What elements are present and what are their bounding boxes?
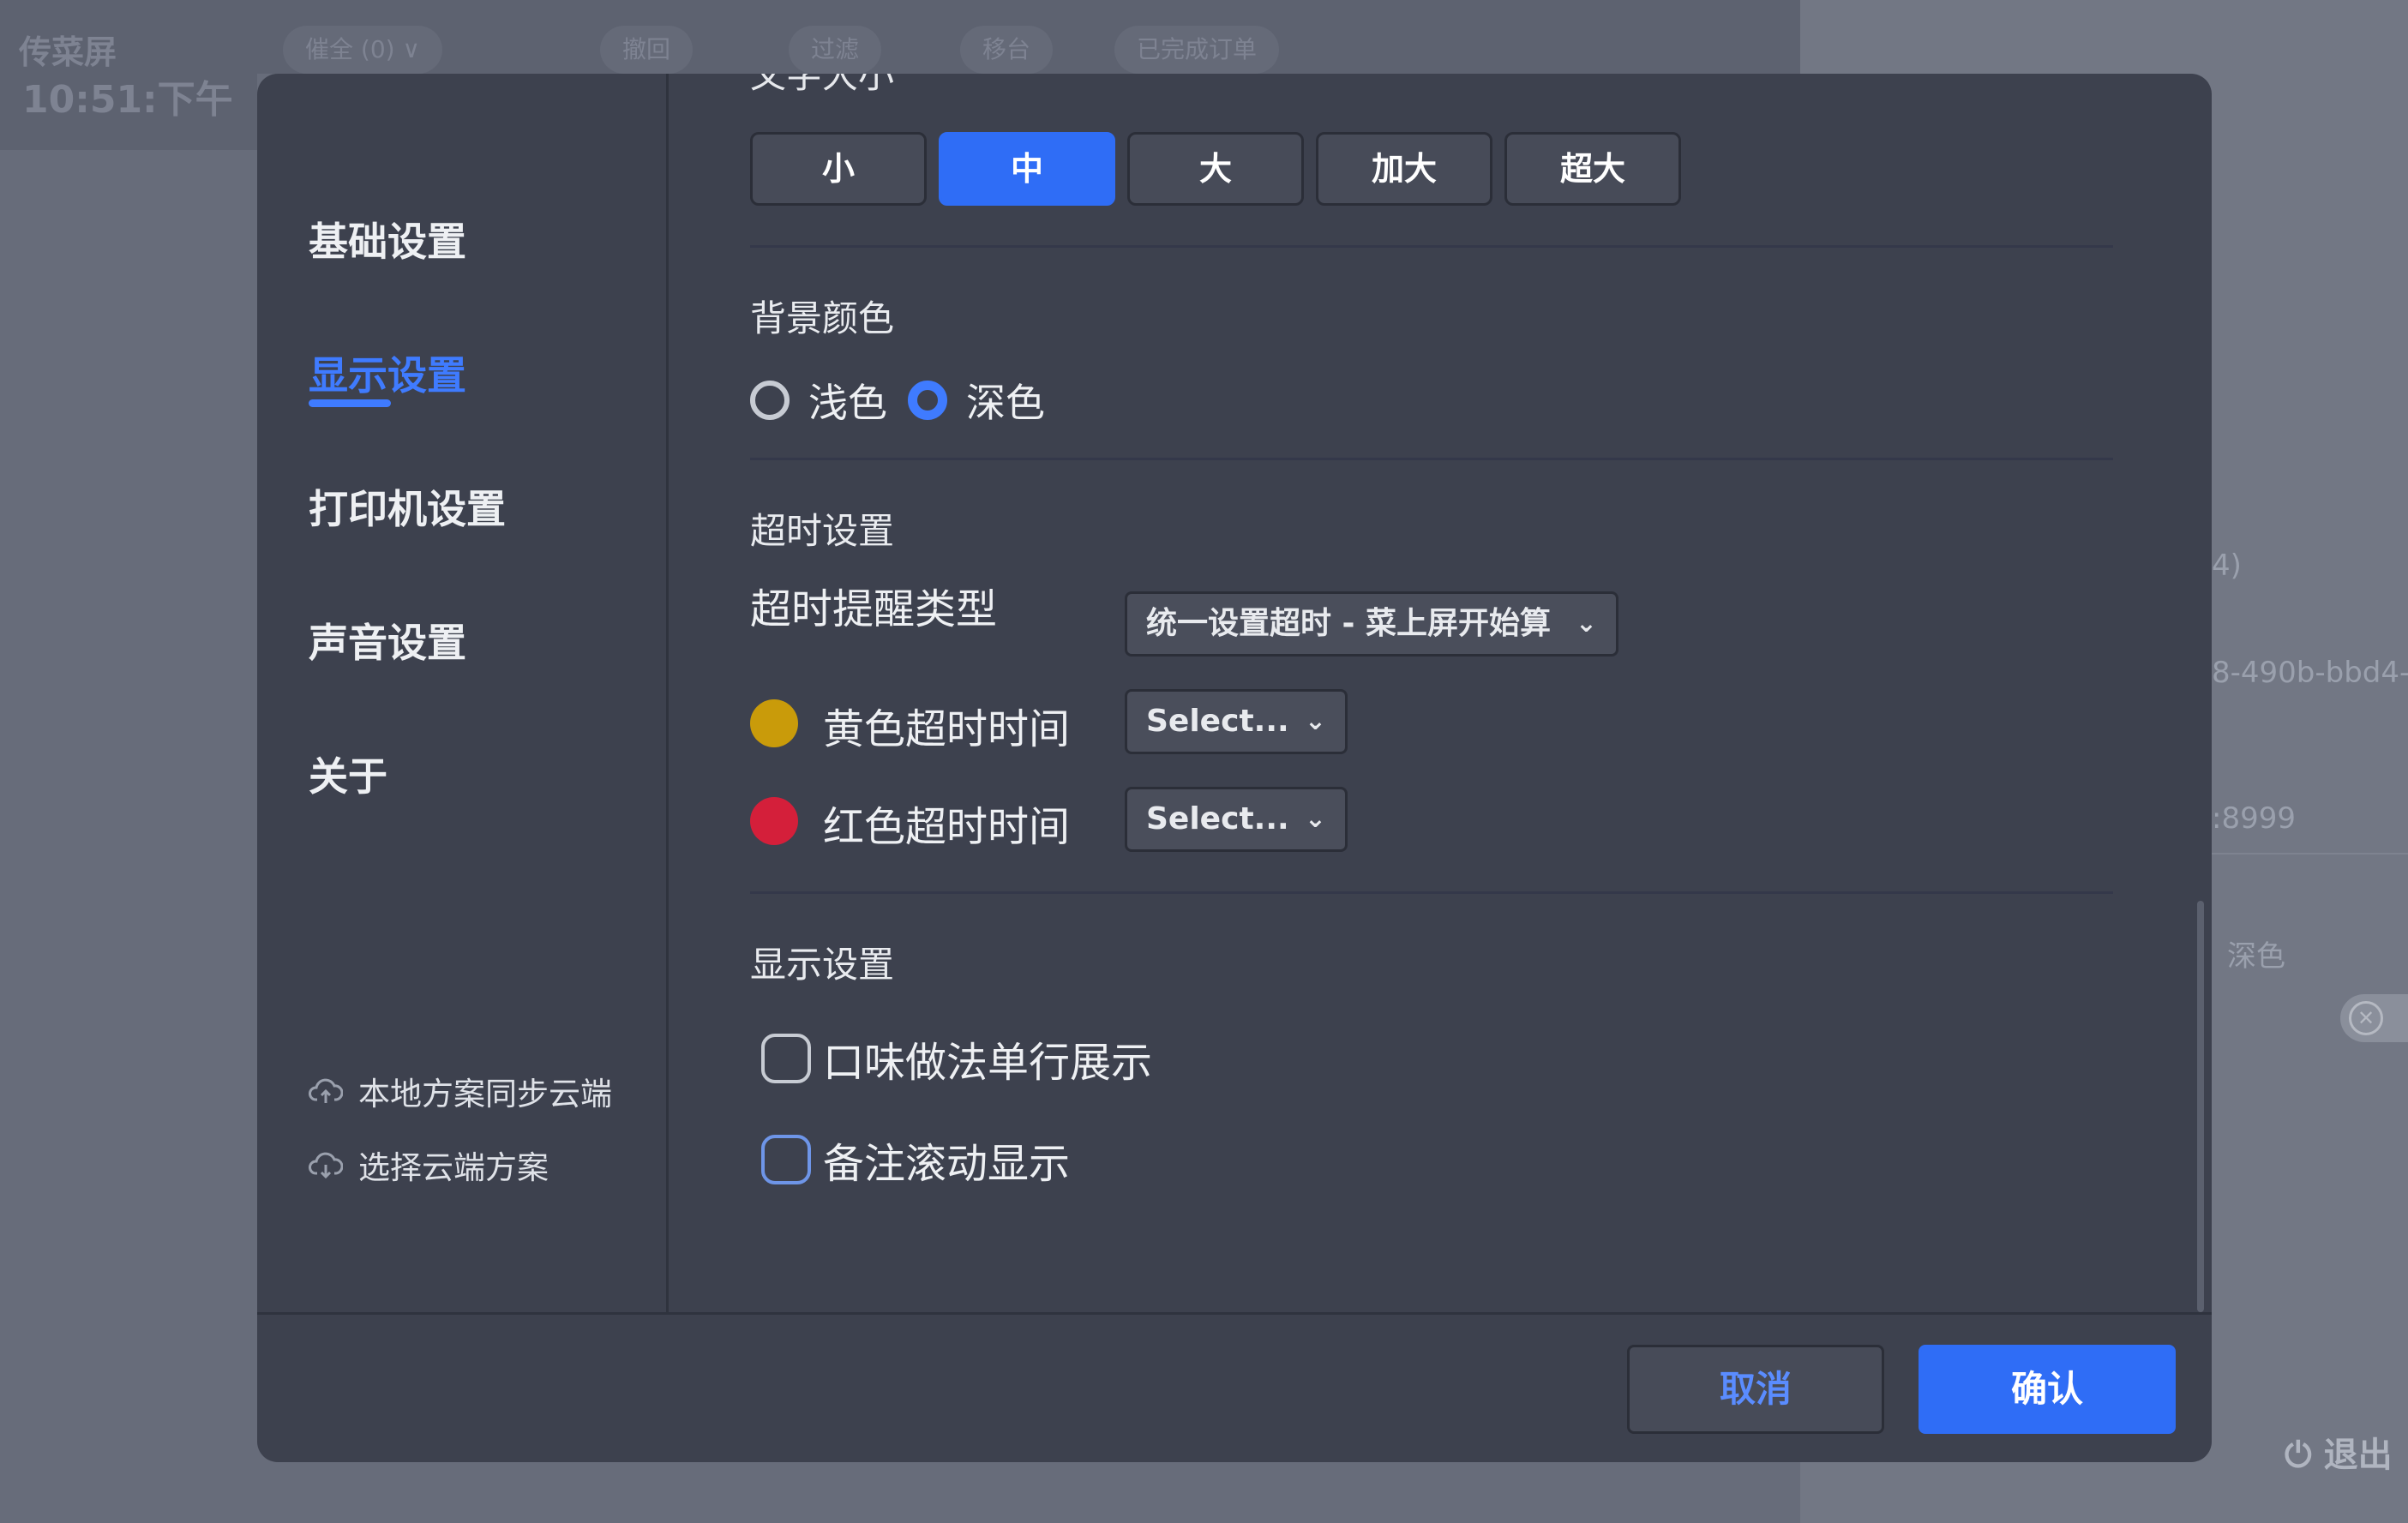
power-icon: ⏻ (2285, 1436, 2312, 1475)
yellow-timeout-select[interactable]: Select... ⌄ (1125, 689, 1348, 754)
bg-toggle: ✕ (2340, 994, 2408, 1042)
bg-exit: ⏻ 退出 (2285, 1427, 2393, 1477)
background-color-title: 背景颜色 (750, 297, 895, 339)
select-cloud-plan-link[interactable]: 选择云端方案 (309, 1142, 549, 1188)
chevron-down-icon: ⌄ (1304, 804, 1326, 834)
radio-light-label: 浅色 (808, 380, 887, 426)
single-line-flavor-option[interactable]: 口味做法单行展示 (761, 1028, 1152, 1088)
radio-light[interactable] (750, 381, 790, 420)
sync-to-cloud-link[interactable]: 本地方案同步云端 (309, 1068, 612, 1114)
bg-divider (2212, 853, 2408, 854)
font-size-title: 文字大小 (750, 74, 895, 96)
cancel-button[interactable]: 取消 (1627, 1345, 1884, 1434)
section-divider (750, 245, 2113, 248)
content-scrollbar[interactable] (2197, 901, 2204, 1312)
sidebar-item-printer[interactable]: 打印机设置 (309, 478, 506, 535)
font-size-medium-button[interactable]: 中 (939, 132, 1115, 206)
checkbox[interactable] (761, 1135, 811, 1184)
bg-pill: 已完成订单 (1114, 26, 1280, 74)
sidebar-item-basic[interactable]: 基础设置 (309, 211, 466, 267)
red-timeout-value: Select... (1146, 801, 1289, 836)
bg-pill: 移台 (960, 26, 1054, 74)
yellow-timeout-label: 黄色超时时间 (823, 705, 1071, 753)
font-size-xxlarge-button[interactable]: 超大 (1504, 132, 1681, 206)
settings-dialog: 基础设置 显示设置 打印机设置 声音设置 关于 本地方案同步云端 选择云端方案 … (257, 74, 2212, 1462)
chevron-down-icon: ⌄ (1304, 706, 1326, 736)
single-line-flavor-label: 口味做法单行展示 (823, 1039, 1153, 1087)
sidebar-item-sound[interactable]: 声音设置 (309, 612, 466, 669)
section-divider (750, 891, 2113, 894)
radio-dark-label: 深色 (966, 380, 1045, 426)
bg-text: 8-490b-bbd4- (2212, 656, 2408, 690)
sync-to-cloud-label: 本地方案同步云端 (358, 1076, 612, 1112)
radio-dark[interactable] (908, 381, 947, 420)
bg-clock: 10:51:下午 (22, 78, 233, 122)
bg-text: :8999 (2212, 801, 2296, 836)
checkbox[interactable] (761, 1034, 811, 1083)
bg-text: 4) (2212, 549, 2242, 583)
red-status-dot (750, 797, 798, 845)
red-timeout-label: 红色超时时间 (823, 803, 1071, 851)
select-cloud-plan-label: 选择云端方案 (358, 1149, 549, 1186)
timeout-type-select[interactable]: 统一设置超时 - 菜上屏开始算 ⌄ (1125, 591, 1618, 657)
scroll-notes-label: 备注滚动显示 (823, 1140, 1071, 1188)
yellow-status-dot (750, 699, 798, 747)
sidebar-item-about[interactable]: 关于 (309, 746, 387, 802)
active-nav-indicator (309, 399, 391, 407)
timeout-type-value: 统一设置超时 - 菜上屏开始算 (1146, 606, 1552, 641)
section-divider (750, 458, 2113, 460)
confirm-button[interactable]: 确认 (1919, 1345, 2176, 1434)
bg-screen-title: 传菜屏 (19, 33, 117, 71)
bg-pill: 催全 (0) ∨ (283, 26, 442, 74)
close-icon: ✕ (2349, 1001, 2383, 1035)
bg-pill: 过滤 (789, 26, 882, 74)
sidebar-item-display[interactable]: 显示设置 (309, 345, 466, 401)
red-timeout-select[interactable]: Select... ⌄ (1125, 787, 1348, 852)
font-size-large-button[interactable]: 大 (1127, 132, 1304, 206)
bg-exit-label: 退出 (2323, 1436, 2393, 1475)
timeout-section-title: 超时设置 (750, 510, 895, 552)
background-color-options: 浅色 深色 (750, 372, 1066, 429)
bg-header-left: 传菜屏 10:51:下午 (0, 0, 257, 150)
chevron-down-icon: ⌄ (1575, 609, 1597, 639)
settings-content[interactable]: 文字大小 小 中 大 加大 超大 背景颜色 浅色 深色 超时设置 超时提醒类型 … (669, 74, 2212, 1312)
font-size-xlarge-button[interactable]: 加大 (1316, 132, 1492, 206)
display-section-title: 显示设置 (750, 944, 895, 986)
bg-text: 深色 (2227, 939, 2285, 974)
scroll-notes-option[interactable]: 备注滚动显示 (761, 1130, 1070, 1190)
font-size-small-button[interactable]: 小 (750, 132, 927, 206)
bg-pill: 撤回 (600, 26, 694, 74)
cloud-upload-icon (309, 1078, 343, 1103)
bg-toolbar: 催全 (0) ∨ 撤回 过滤 移台 已完成订单 (257, 0, 1800, 74)
cloud-download-icon (309, 1152, 343, 1178)
yellow-timeout-value: Select... (1146, 704, 1289, 739)
timeout-type-label: 超时提醒类型 (750, 585, 998, 633)
settings-sidebar: 基础设置 显示设置 打印机设置 声音设置 关于 本地方案同步云端 选择云端方案 (257, 74, 666, 1312)
